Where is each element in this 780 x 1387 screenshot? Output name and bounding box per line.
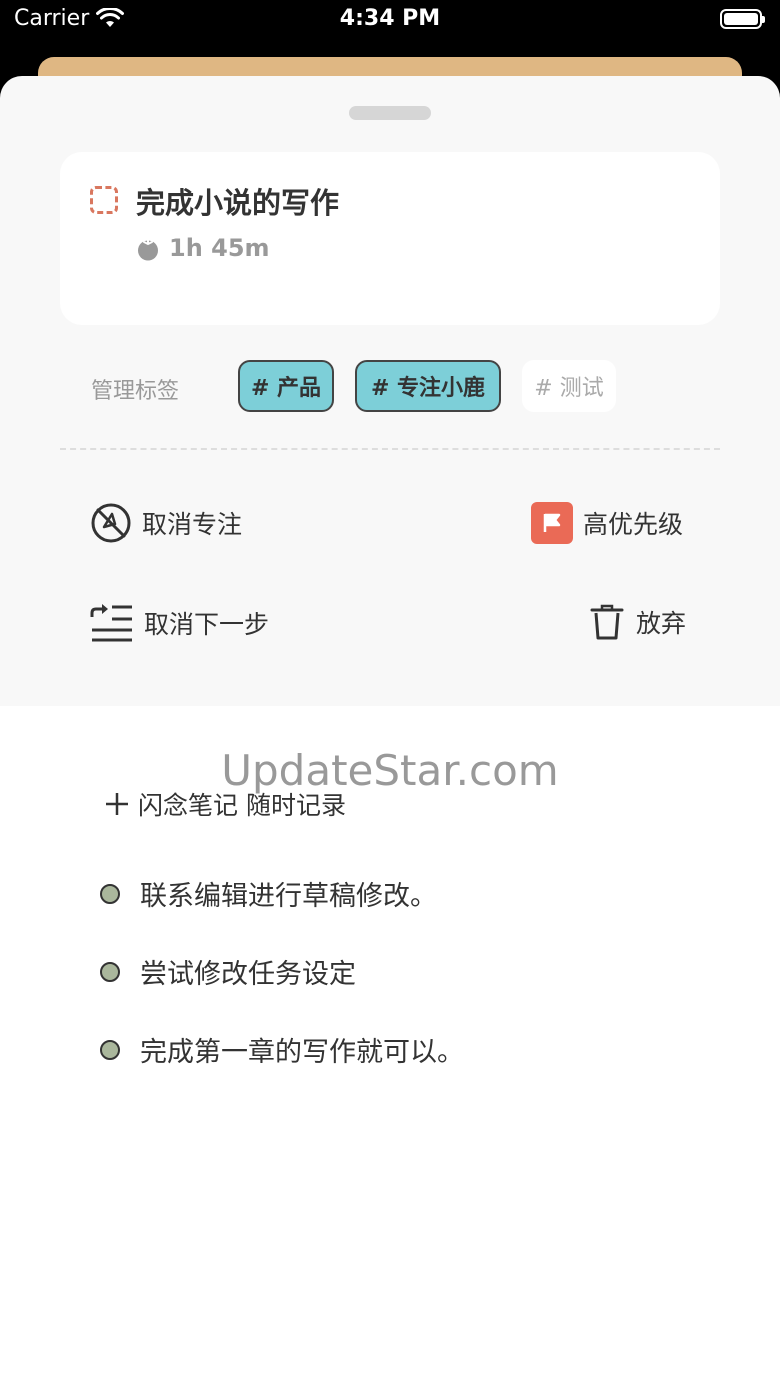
list-item[interactable]: 完成第一章的写作就可以。 [100, 1030, 464, 1069]
tag-product[interactable]: # 产品 [238, 360, 334, 412]
manage-tags-label[interactable]: 管理标签 [91, 373, 179, 405]
battery-icon [720, 9, 765, 29]
list-item[interactable]: 联系编辑进行草稿修改。 [100, 874, 437, 913]
trash-icon [590, 604, 624, 640]
bullet-dot-icon [100, 1039, 120, 1060]
cancel-next-step-label: 取消下一步 [144, 610, 270, 639]
task-title[interactable]: 完成小说的写作 [136, 180, 339, 222]
plus-icon [106, 793, 128, 815]
abandon-label: 放弃 [636, 609, 687, 638]
high-priority-label: 高优先级 [583, 510, 684, 539]
tomato-icon [138, 239, 158, 261]
tag-focus-deer[interactable]: # 专注小鹿 [355, 360, 501, 412]
sheet-grabber[interactable] [349, 106, 431, 120]
bullet-dot-icon [100, 961, 120, 982]
list-item[interactable]: 尝试修改任务设定 [100, 952, 356, 991]
high-priority-button[interactable]: 高优先级 [531, 502, 683, 544]
status-time: 4:34 PM [339, 6, 441, 31]
status-bar: Carrier 4:34 PM [0, 0, 780, 58]
task-duration: 1h 45m [169, 234, 270, 262]
note-text: 联系编辑进行草稿修改。 [140, 881, 437, 912]
task-checkbox[interactable] [90, 186, 118, 214]
abandon-button[interactable]: 放弃 [590, 603, 686, 641]
note-text: 完成第一章的写作就可以。 [140, 1037, 464, 1068]
divider [60, 448, 720, 450]
task-card: 完成小说的写作 1h 45m [60, 152, 720, 325]
bullet-dot-icon [100, 883, 120, 904]
task-detail-sheet: 完成小说的写作 1h 45m 管理标签 # 产品 # 专注小鹿 # 测试 取消专… [0, 76, 780, 1387]
cancel-next-step-button[interactable]: 取消下一步 [90, 603, 269, 643]
no-focus-icon [91, 503, 131, 543]
list-indent-icon [90, 604, 132, 642]
add-note-button[interactable]: 闪念笔记 随时记录 [104, 786, 346, 822]
tag-test[interactable]: # 测试 [522, 360, 616, 412]
note-text: 尝试修改任务设定 [140, 959, 356, 990]
add-note-label: 闪念笔记 随时记录 [138, 791, 346, 820]
cancel-focus-label: 取消专注 [142, 510, 243, 539]
flag-icon [531, 502, 573, 544]
cancel-focus-button[interactable]: 取消专注 [90, 502, 242, 544]
